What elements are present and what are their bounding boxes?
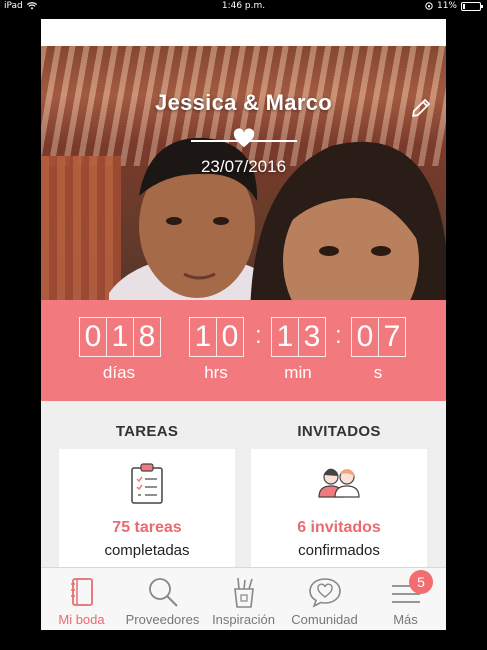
countdown-hours: 1 0 [189,317,244,357]
couple-names: Jessica & Marco [155,90,332,115]
bottom-tab-bar: Mi boda Proveedores Inspiración Comunida… [41,567,446,630]
countdown-seconds: 0 7 [351,317,406,357]
guests-section-title: INVITADOS [297,423,381,440]
countdown-digit: 1 [189,317,216,357]
photo-person-right [250,142,446,319]
tab-label: Proveedores [125,612,200,627]
tasks-card[interactable]: 75 tareas completadas [59,449,235,579]
tab-mi-boda[interactable]: Mi boda [41,568,122,630]
status-time: 1:46 p.m. [221,1,266,11]
pencil-cup-icon [234,577,254,608]
minutes-label: min [284,363,312,382]
notebook-icon [71,578,93,606]
hours-label: hrs [204,363,228,382]
couple-photo: Jessica & Marco 23/07/2016 [41,46,446,319]
battery-percent: 11% [436,1,457,11]
guests-count: 6 invitados [297,519,381,536]
clipboard-checklist-icon [131,463,163,504]
guests-card[interactable]: 6 invitados confirmados [251,449,427,579]
countdown-minutes: 1 3 [271,317,326,357]
pencil-icon[interactable] [409,96,433,120]
countdown-digit: 0 [79,317,106,357]
tab-label: Comunidad [291,612,358,627]
tasks-section-title: TAREAS [115,423,179,440]
countdown-days: 0 1 8 [79,317,161,357]
search-icon [149,578,178,607]
top-bar [41,19,446,46]
tab-label: Inspiración [212,612,275,627]
countdown-digit: 0 [216,317,244,357]
wedding-date: 23/07/2016 [200,157,287,176]
countdown-digit: 7 [378,317,406,357]
countdown-digit: 1 [271,317,298,357]
tab-proveedores[interactable]: Proveedores [122,568,203,630]
tab-inspiracion[interactable]: Inspiración [203,568,284,630]
days-label: días [102,363,136,382]
tab-mas[interactable]: 5 Más [365,568,446,630]
guests-subtitle: confirmados [298,542,380,559]
orientation-lock-icon [425,2,433,10]
tab-comunidad[interactable]: Comunidad [284,568,365,630]
guests-couple-icon [318,468,360,498]
summary-cards: TAREAS INVITADOS 75 tareas completadas 6… [41,401,446,579]
heart-icon [233,128,255,148]
battery-icon [461,1,483,11]
status-bar: iPad 1:46 p.m. 11% [0,0,487,14]
countdown-digit: 3 [298,317,326,357]
tab-label: Más [393,612,418,627]
tasks-subtitle: completadas [104,542,190,559]
countdown-separator: : [255,322,262,349]
notification-badge: 5 [409,570,433,594]
wedding-countdown: 0 1 8 1 0 : 1 3 : 0 7 días hrs min s [41,300,446,401]
chat-heart-icon [309,578,341,608]
tab-label: Mi boda [58,612,105,627]
seconds-label: s [373,363,383,382]
battery-fill [463,3,465,9]
tasks-count: 75 tareas [112,519,182,536]
countdown-digit: 0 [351,317,378,357]
app-screen: Jessica & Marco 23/07/2016 0 1 8 1 0 : 1… [41,19,446,630]
countdown-digit: 1 [106,317,133,357]
countdown-digit: 8 [133,317,161,357]
countdown-separator: : [335,322,342,349]
